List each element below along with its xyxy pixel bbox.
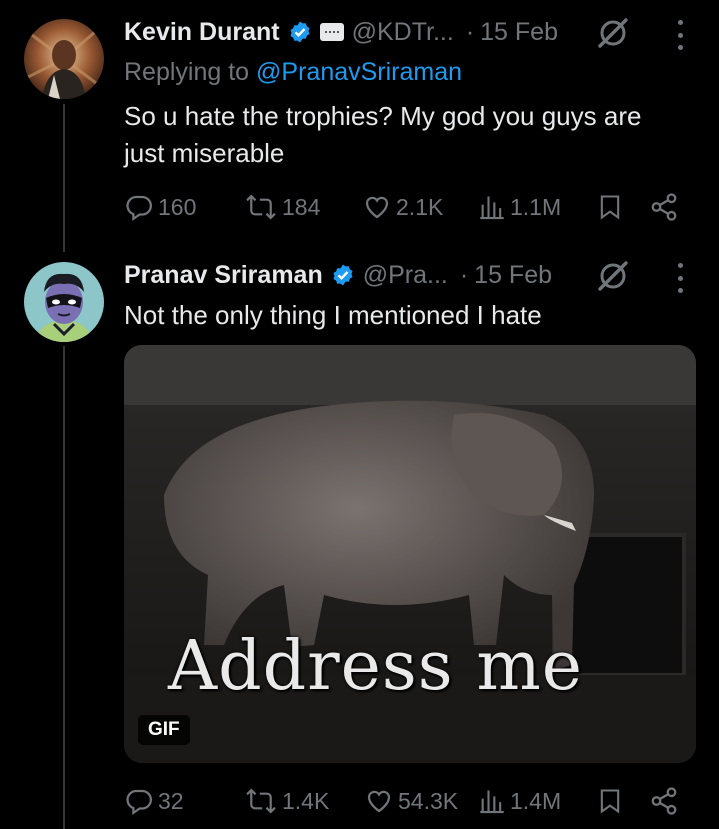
replying-to-label: Replying to [124, 58, 257, 86]
reply-count: 160 [158, 193, 197, 220]
repost-icon [244, 192, 278, 222]
more-icon[interactable] [675, 20, 685, 50]
tweet-text: So u hate the trophies? My god you guys … [124, 98, 641, 172]
grok-icon[interactable] [596, 16, 630, 50]
verified-icon [331, 263, 355, 287]
tweet-text-line: just miserable [124, 138, 285, 168]
reply-icon [124, 192, 154, 222]
share-icon [648, 192, 680, 222]
grok-icon[interactable] [596, 259, 630, 293]
avatar[interactable] [24, 19, 104, 99]
like-icon [362, 192, 392, 222]
like-count: 54.3K [398, 787, 459, 814]
author-handle[interactable]: @Pra... [363, 261, 448, 290]
tweet-actions: 32 1.4K 54.3K 1.4M [124, 783, 684, 819]
reply-mention-link[interactable]: @PranavSriraman [256, 58, 462, 86]
avatar[interactable] [24, 262, 104, 342]
tweet-text-line: Not the only thing I mentioned I hate [124, 300, 542, 330]
separator-dot: · [459, 260, 469, 289]
author-name[interactable]: Kevin Durant [124, 18, 280, 47]
bookmark-button[interactable] [596, 783, 624, 819]
repost-count: 1.4K [282, 787, 330, 814]
like-button[interactable]: 54.3K [364, 783, 458, 819]
views-count: 1.4M [510, 787, 562, 814]
author-handle[interactable]: @KDTr... [352, 18, 454, 47]
share-button[interactable] [648, 189, 680, 225]
reply-button[interactable]: 32 [124, 783, 184, 819]
repost-button[interactable]: 184 [244, 189, 320, 225]
bookmark-icon [596, 786, 624, 816]
share-icon [648, 786, 680, 816]
repost-button[interactable]: 1.4K [244, 783, 329, 819]
tweet-actions: 160 184 2.1K 1.1M [124, 189, 684, 225]
tweet-date[interactable]: 15 Feb [474, 261, 552, 290]
views-button[interactable]: 1.1M [478, 189, 561, 225]
tweet-date[interactable]: 15 Feb [480, 18, 558, 47]
separator-dot: · [465, 17, 475, 46]
reply-count: 32 [158, 787, 184, 814]
bookmark-icon [596, 192, 624, 222]
bookmark-button[interactable] [596, 189, 624, 225]
like-count: 2.1K [396, 193, 444, 220]
like-icon [364, 786, 394, 816]
views-button[interactable]: 1.4M [478, 783, 561, 819]
tweet-text: Not the only thing I mentioned I hate [124, 297, 542, 334]
share-button[interactable] [648, 783, 680, 819]
tweet-gif[interactable]: Address me GIF [124, 345, 696, 763]
thread-line [63, 346, 65, 829]
tweet-header: Kevin Durant @KDTr... · 15 Feb [124, 12, 558, 52]
thread-line [63, 104, 65, 252]
views-icon [478, 786, 506, 816]
repost-icon [244, 786, 278, 816]
views-count: 1.1M [510, 193, 562, 220]
replying-to: Replying to @PranavSriraman [124, 58, 462, 87]
gif-badge: GIF [138, 715, 190, 745]
views-icon [478, 192, 506, 222]
gif-caption: Address me [168, 627, 584, 706]
reply-button[interactable]: 160 [124, 189, 196, 225]
like-button[interactable]: 2.1K [362, 189, 443, 225]
reply-icon [124, 786, 154, 816]
more-icon[interactable] [675, 263, 685, 293]
verified-icon [288, 20, 312, 44]
tweet-text-line: So u hate the trophies? My god you guys … [124, 101, 642, 131]
affiliation-badge-icon[interactable] [319, 23, 344, 41]
repost-count: 184 [282, 193, 321, 220]
author-name[interactable]: Pranav Sriraman [124, 261, 323, 290]
tweet-header: Pranav Sriraman @Pra... · 15 Feb [124, 255, 552, 295]
